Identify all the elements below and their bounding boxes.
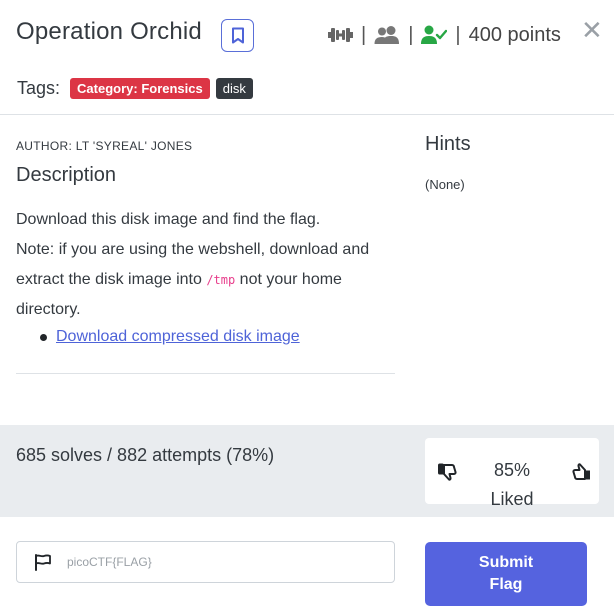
- meta-separator: |: [455, 23, 461, 46]
- submit-label-line-2: Flag: [489, 576, 523, 593]
- meta-separator: |: [408, 23, 414, 46]
- close-button[interactable]: ✕: [581, 17, 603, 43]
- hints-value: (None): [425, 177, 465, 192]
- liked-percent: 85%: [493, 460, 531, 480]
- description-text: Download this disk image and find the fl…: [16, 205, 396, 325]
- submit-label-line-1: Submit: [478, 554, 534, 571]
- close-icon: ✕: [581, 15, 603, 45]
- rating-card: 85% Liked: [425, 438, 599, 509]
- tmp-path-code: /tmp: [206, 273, 236, 287]
- submit-flag-button[interactable]: Submit Flag: [425, 542, 587, 606]
- like-button[interactable]: [571, 463, 591, 486]
- solves-count: 685 solves / 882 attempts (78%): [16, 445, 275, 465]
- author-label: AUTHOR: LT 'SYREAL' JONES: [16, 139, 193, 153]
- bookmark-icon: [231, 27, 244, 44]
- divider: [16, 373, 395, 374]
- flag-input-group: [16, 541, 395, 583]
- tag-disk[interactable]: disk: [215, 78, 253, 99]
- challenge-meta: | | | 400 points: [328, 20, 561, 50]
- download-list-item: Download compressed disk image: [40, 328, 300, 346]
- tags-label: Tags:: [17, 78, 61, 98]
- description-heading: Description: [16, 164, 117, 186]
- flag-input[interactable]: [67, 550, 377, 574]
- list-bullet: [40, 333, 47, 341]
- user-check-icon: [421, 25, 448, 44]
- tags-row: Tags: Category: Forensics disk: [17, 78, 259, 99]
- flag-icon: [35, 554, 51, 571]
- thumbs-up-icon: [572, 463, 590, 480]
- tag-category[interactable]: Category: Forensics: [70, 78, 210, 99]
- points-value: 400 points: [468, 23, 561, 46]
- stats-bar: 685 solves / 882 attempts (78%) 85% Like…: [0, 425, 614, 517]
- liked-label: Liked: [490, 489, 534, 509]
- challenge-header: Operation Orchid | | | 400 points ✕ Tags…: [0, 0, 614, 115]
- description-line-1: Download this disk image and find the fl…: [16, 211, 321, 228]
- hints-heading: Hints: [425, 133, 471, 155]
- meta-separator: |: [361, 23, 367, 46]
- dumbbell-icon: [328, 28, 353, 42]
- bookmark-button[interactable]: [221, 19, 254, 52]
- users-icon: [374, 26, 400, 44]
- download-link[interactable]: Download compressed disk image: [56, 328, 300, 346]
- page-title: Operation Orchid: [16, 18, 202, 45]
